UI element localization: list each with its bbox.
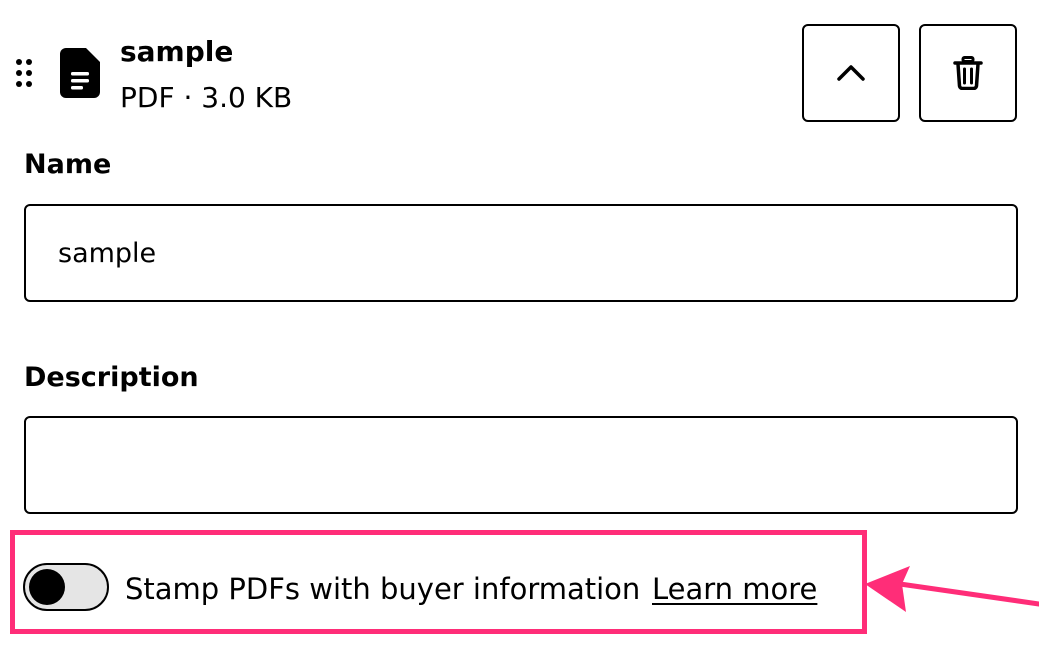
description-input[interactable] — [24, 416, 1018, 514]
file-name: sample — [120, 35, 234, 68]
stamp-pdf-label: Stamp PDFs with buyer information — [125, 572, 641, 606]
name-label: Name — [24, 149, 112, 180]
toggle-knob — [29, 569, 65, 605]
trash-icon — [953, 56, 983, 90]
file-editor-panel: sample PDF · 3.0 KB Name Description Sta… — [0, 0, 1039, 649]
stamp-pdf-toggle[interactable] — [23, 563, 109, 611]
drag-handle-icon[interactable] — [14, 58, 34, 88]
collapse-button[interactable] — [802, 24, 900, 122]
name-input[interactable] — [24, 204, 1018, 302]
annotation-arrow-icon — [865, 566, 1039, 612]
learn-more-link[interactable]: Learn more — [652, 571, 817, 607]
chevron-up-icon — [837, 65, 865, 81]
delete-button[interactable] — [919, 24, 1017, 122]
file-text-icon — [60, 48, 100, 98]
description-label: Description — [24, 362, 199, 393]
file-meta: PDF · 3.0 KB — [120, 81, 293, 114]
